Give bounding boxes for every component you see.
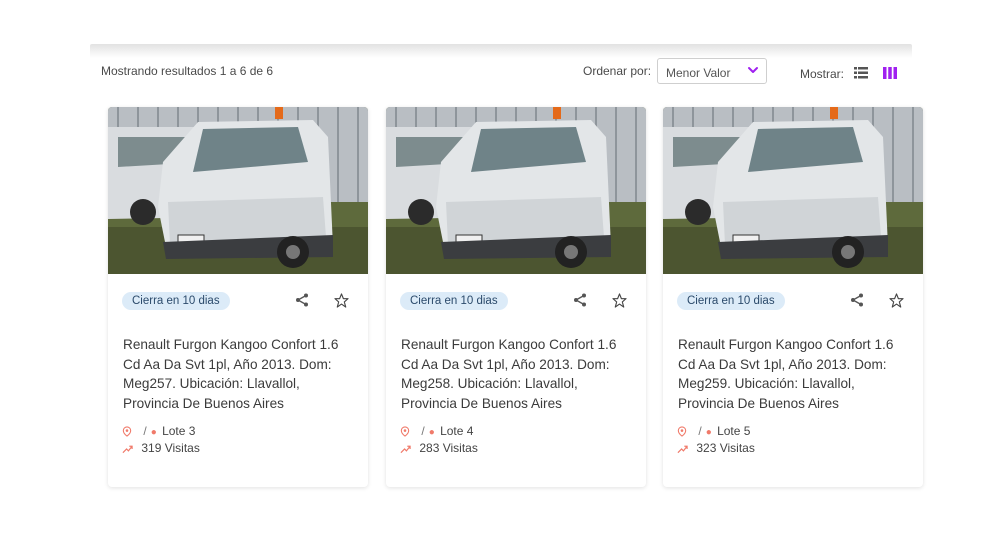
sort-select[interactable]: Menor Valor	[657, 58, 767, 84]
share-icon[interactable]	[295, 293, 309, 307]
trending-up-icon	[400, 445, 411, 454]
vehicle-photo[interactable]	[663, 107, 923, 274]
share-icon[interactable]	[850, 293, 864, 307]
location-lot-row: / ● Lote 5	[677, 424, 750, 438]
dot-icon: ●	[705, 427, 712, 438]
chevron-down-icon	[748, 67, 758, 73]
dot-icon: ●	[428, 427, 435, 438]
auction-card[interactable]: Cierra en 10 dias Renault Furgon Kangoo …	[386, 107, 646, 487]
grid-view-icon[interactable]	[883, 67, 897, 79]
location-lot-row: / ● Lote 3	[122, 424, 195, 438]
location-pin-icon	[122, 426, 132, 437]
view-mode-label: Mostrar:	[800, 67, 845, 81]
visits-label: Visitas	[164, 441, 200, 455]
listing-title[interactable]: Renault Furgon Kangoo Confort 1.6 Cd Aa …	[123, 335, 355, 413]
listing-title[interactable]: Renault Furgon Kangoo Confort 1.6 Cd Aa …	[401, 335, 633, 413]
location-separator: /	[421, 424, 425, 438]
favorite-star-icon[interactable]	[612, 293, 627, 308]
location-pin-icon	[677, 426, 687, 437]
visits-label: Visitas	[719, 441, 755, 455]
top-bar-shadow	[90, 44, 912, 58]
sort-select-value: Menor Valor	[666, 66, 731, 80]
visits-count: 283	[419, 441, 440, 455]
visits-row: 283 Visitas	[400, 441, 478, 455]
favorite-star-icon[interactable]	[334, 293, 349, 308]
lot-number: Lote 3	[162, 424, 196, 438]
results-count: Mostrando resultados 1 a 6 de 6	[101, 64, 274, 78]
visits-label: Visitas	[442, 441, 478, 455]
location-separator: /	[143, 424, 147, 438]
auction-card[interactable]: Cierra en 10 dias Renault Furgon Kangoo …	[663, 107, 923, 487]
auction-card[interactable]: Cierra en 10 dias Renault Furgon Kangoo …	[108, 107, 368, 487]
listing-title[interactable]: Renault Furgon Kangoo Confort 1.6 Cd Aa …	[678, 335, 910, 413]
visits-count: 323	[696, 441, 717, 455]
dot-icon: ●	[150, 427, 157, 438]
location-pin-icon	[400, 426, 410, 437]
vehicle-photo[interactable]	[108, 107, 368, 274]
visits-row: 323 Visitas	[677, 441, 755, 455]
location-separator: /	[698, 424, 702, 438]
closing-badge: Cierra en 10 dias	[677, 292, 785, 310]
trending-up-icon	[122, 445, 133, 454]
lot-number: Lote 4	[440, 424, 474, 438]
list-view-icon[interactable]	[854, 67, 868, 79]
sort-label: Ordenar por:	[583, 64, 652, 78]
location-lot-row: / ● Lote 4	[400, 424, 473, 438]
visits-row: 319 Visitas	[122, 441, 200, 455]
closing-badge: Cierra en 10 dias	[122, 292, 230, 310]
visits-count: 319	[141, 441, 162, 455]
share-icon[interactable]	[573, 293, 587, 307]
lot-number: Lote 5	[717, 424, 751, 438]
closing-badge: Cierra en 10 dias	[400, 292, 508, 310]
vehicle-photo[interactable]	[386, 107, 646, 274]
favorite-star-icon[interactable]	[889, 293, 904, 308]
trending-up-icon	[677, 445, 688, 454]
